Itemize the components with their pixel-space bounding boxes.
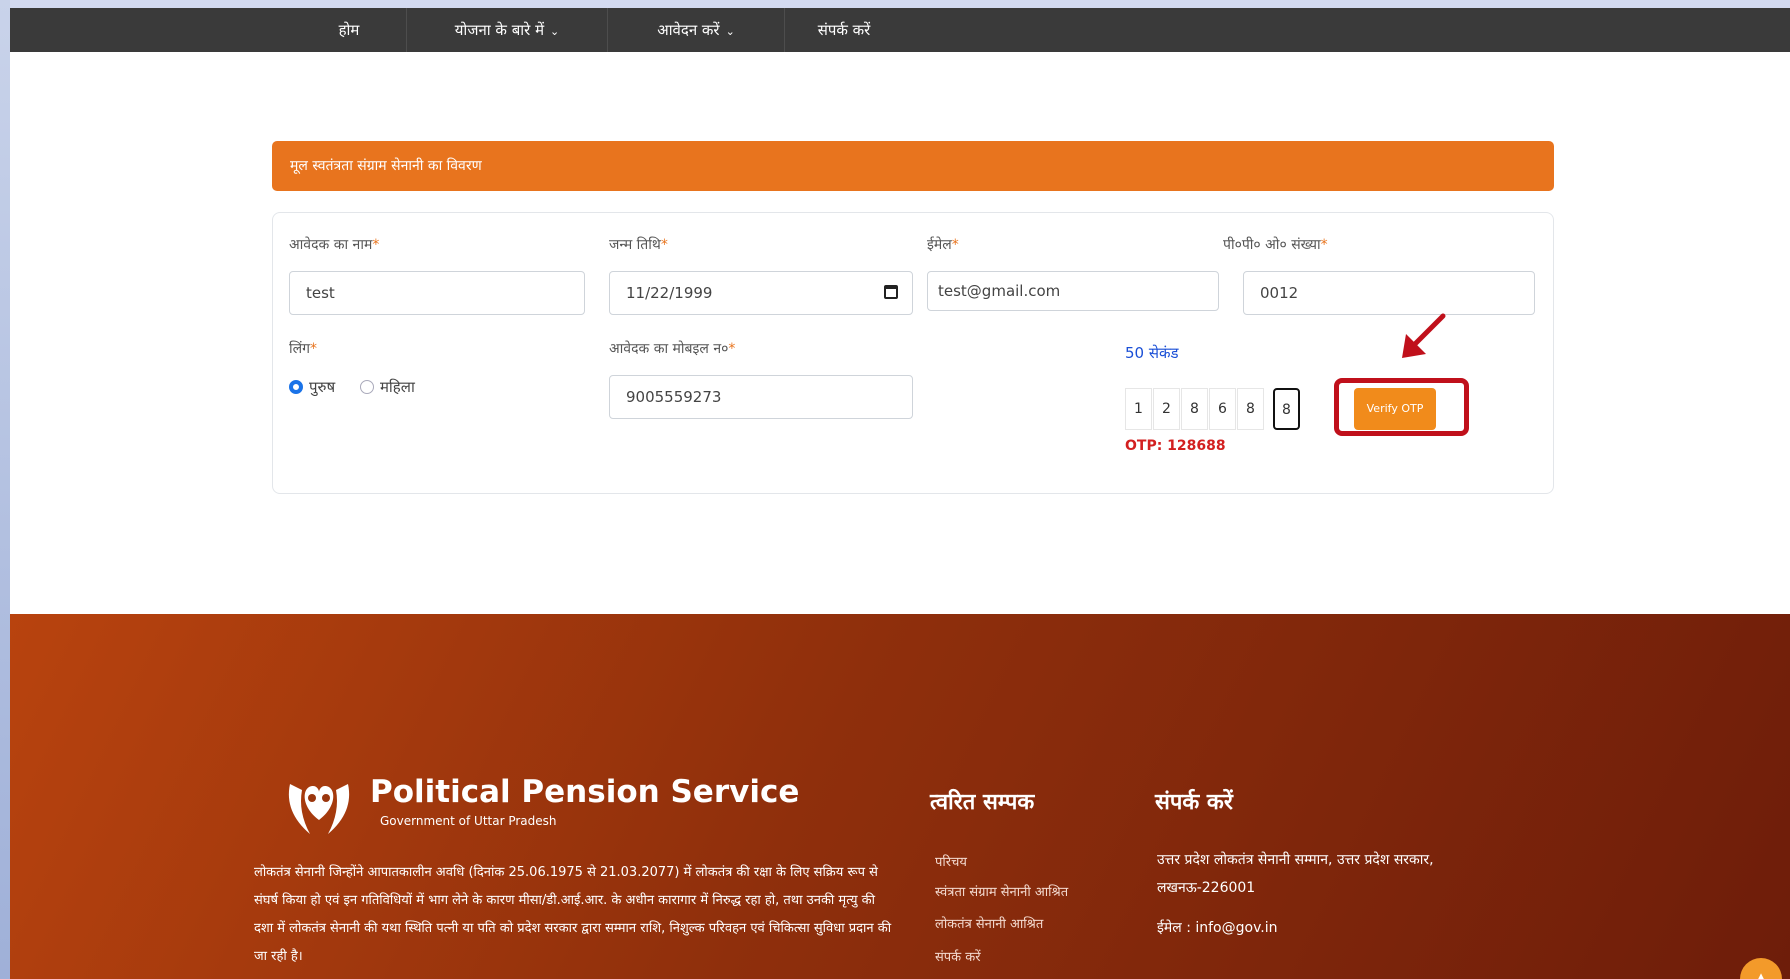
dob-label-text: जन्म तिथि — [609, 237, 661, 253]
otp-digit-3[interactable]: 8 — [1181, 388, 1208, 430]
footer-logo-title: Political Pension Service — [370, 774, 800, 810]
mobile-label: आवेदक का मोबइल न०* — [609, 341, 736, 357]
gender-radio-group: पुरुष महिला — [289, 377, 415, 397]
applicant-name-label-text: आवेदक का नाम — [289, 237, 373, 253]
top-nav: होम योजना के बारे में ⌄ आवेदन करें ⌄ संपर्… — [10, 0, 1790, 52]
hands-heart-logo-icon — [288, 784, 350, 834]
chevron-down-icon: ⌄ — [725, 25, 735, 38]
calendar-icon[interactable] — [884, 285, 898, 299]
gender-male-label: पुरुष — [309, 378, 336, 396]
quick-link-contact[interactable]: संपर्क करें — [935, 947, 981, 965]
gender-male-radio[interactable] — [289, 380, 303, 394]
dob-input[interactable]: 11/22/1999 — [609, 271, 913, 315]
gender-label-text: लिंग — [289, 341, 310, 357]
nav-home[interactable]: होम — [292, 8, 407, 52]
footer-description: लोकतंत्र सेनानी जिन्होंने आपातकालीन अवधि… — [254, 865, 892, 964]
left-edge-band — [0, 0, 10, 979]
arrow-annotation-icon — [1402, 313, 1446, 358]
ppo-input[interactable]: 0012 — [1243, 271, 1535, 315]
contact-title: संपर्क करें — [1155, 790, 1233, 815]
mobile-input[interactable]: 9005559273 — [609, 375, 913, 419]
email-input[interactable]: test@gmail.com — [927, 271, 1219, 311]
arrow-up-icon: ▲ — [1755, 969, 1767, 979]
quick-link-freedom-fighter[interactable]: स्वंत्रता संग्राम सेनानी आश्रित — [935, 882, 1068, 900]
otp-digit-1[interactable]: 1 — [1125, 388, 1152, 430]
otp-digit-4[interactable]: 6 — [1209, 388, 1236, 430]
nav-apply[interactable]: आवेदन करें ⌄ — [608, 8, 785, 52]
applicant-name-input[interactable]: test — [289, 271, 585, 315]
otp-digit-5[interactable]: 8 — [1237, 388, 1264, 430]
otp-hint: OTP: 128688 — [1125, 438, 1226, 454]
contact-address: उत्तर प्रदेश लोकतंत्र सेनानी सम्मान, उत्… — [1157, 852, 1434, 896]
quick-link-democracy-fighter[interactable]: लोकतंत्र सेनानी आश्रित — [935, 914, 1043, 932]
otp-digit-2[interactable]: 2 — [1153, 388, 1180, 430]
nav-apply-label: आवेदन करें — [657, 21, 720, 39]
nav-contact-label: संपर्क करें — [817, 21, 871, 39]
form-section-header: मूल स्वतंत्रता संग्राम सेनानी का विवरण — [272, 141, 1554, 191]
footer: Political Pension Service Government of … — [10, 614, 1790, 979]
quick-links-title: त्वरित सम्पक — [930, 790, 1035, 815]
nav-contact[interactable]: संपर्क करें — [785, 8, 903, 52]
email-label: ईमेल* — [927, 237, 959, 253]
mobile-label-text: आवेदक का मोबइल न० — [609, 341, 729, 357]
dob-value: 11/22/1999 — [626, 284, 713, 302]
gender-female-radio[interactable] — [359, 380, 374, 394]
form-card: आवेदक का नाम* test जन्म तिथि* 11/22/1999… — [272, 212, 1554, 494]
contact-email: ईमेल : info@gov.in — [1157, 920, 1278, 936]
quick-link-intro[interactable]: परिचय — [935, 852, 967, 870]
email-label-text: ईमेल — [927, 237, 952, 253]
chevron-down-icon: ⌄ — [550, 25, 560, 38]
nav-about-scheme[interactable]: योजना के बारे में ⌄ — [407, 8, 608, 52]
gender-label: लिंग* — [289, 341, 317, 357]
nav-about-label: योजना के बारे में — [454, 21, 545, 39]
ppo-label: पी०पी० ओ० संख्या* — [1223, 237, 1328, 253]
nav-home-label: होम — [338, 21, 360, 39]
highlight-box — [1334, 378, 1469, 436]
otp-digit-6[interactable]: 8 — [1273, 388, 1300, 430]
footer-logo-subtitle: Government of Uttar Pradesh — [380, 814, 557, 828]
otp-timer: 50 सेकंड — [1125, 344, 1179, 362]
dob-label: जन्म तिथि* — [609, 237, 668, 253]
ppo-label-text: पी०पी० ओ० संख्या — [1223, 237, 1321, 253]
applicant-name-label: आवेदक का नाम* — [289, 237, 380, 253]
gender-female-label: महिला — [379, 378, 415, 396]
